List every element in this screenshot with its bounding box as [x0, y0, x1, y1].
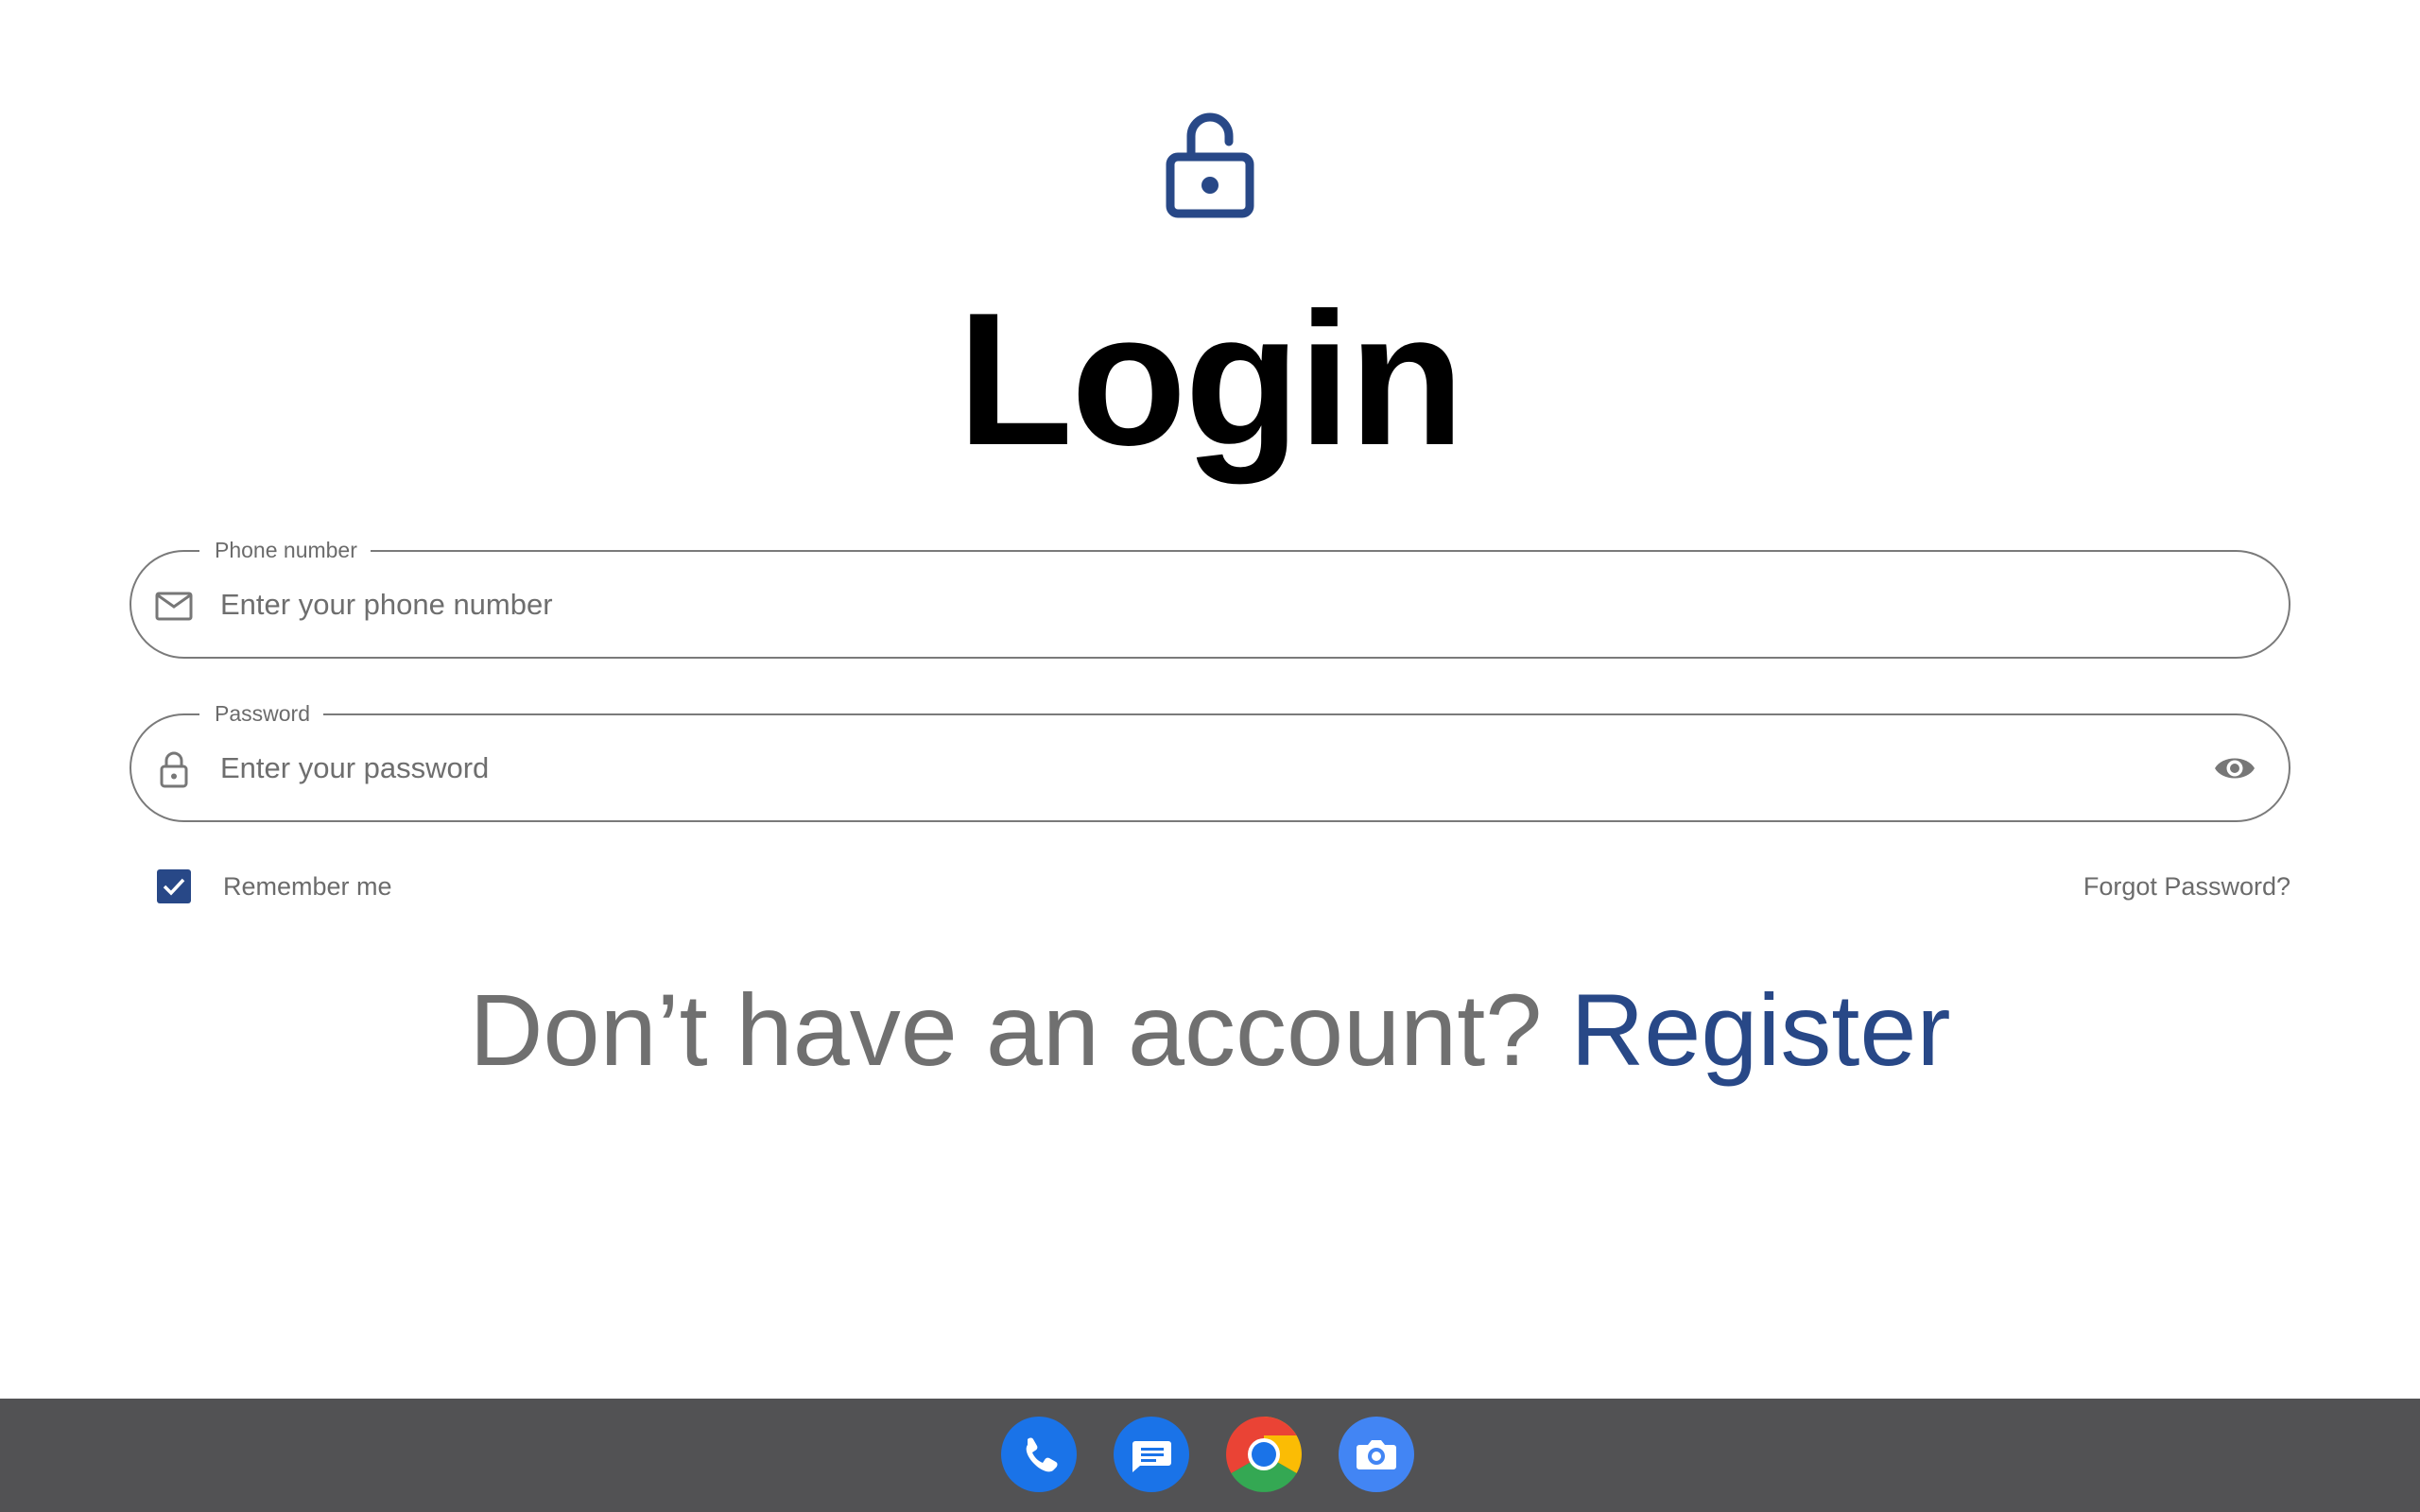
forgot-password-link[interactable]: Forgot Password? — [2083, 869, 2290, 903]
register-prompt-text: Don’t have an account? — [469, 972, 1571, 1087]
phone-field[interactable]: Phone number — [130, 537, 2290, 659]
mail-icon — [155, 592, 193, 621]
register-link[interactable]: Register — [1570, 972, 1950, 1087]
unlock-icon — [1166, 112, 1254, 218]
lock-icon — [160, 751, 188, 788]
page-title: Login — [957, 274, 1464, 485]
eye-icon[interactable] — [2213, 751, 2256, 785]
chrome-app-icon[interactable] — [1226, 1417, 1302, 1492]
app-dock — [1001, 1417, 1414, 1492]
password-field[interactable]: Password — [130, 700, 2290, 822]
taskbar — [0, 1399, 2420, 1512]
register-prompt: Don’t have an account? Register — [0, 969, 2420, 1091]
phone-app-icon[interactable] — [1001, 1417, 1077, 1492]
password-input[interactable] — [220, 715, 2016, 820]
messages-app-icon[interactable] — [1114, 1417, 1189, 1492]
check-icon — [163, 878, 185, 896]
phone-input[interactable] — [220, 552, 2111, 657]
camera-app-icon[interactable] — [1339, 1417, 1414, 1492]
login-screen: Login Phone number Password Remember me — [0, 0, 2420, 1512]
remember-me[interactable]: Remember me — [157, 869, 392, 903]
remember-me-label: Remember me — [223, 871, 392, 901]
remember-me-checkbox[interactable] — [157, 869, 191, 903]
